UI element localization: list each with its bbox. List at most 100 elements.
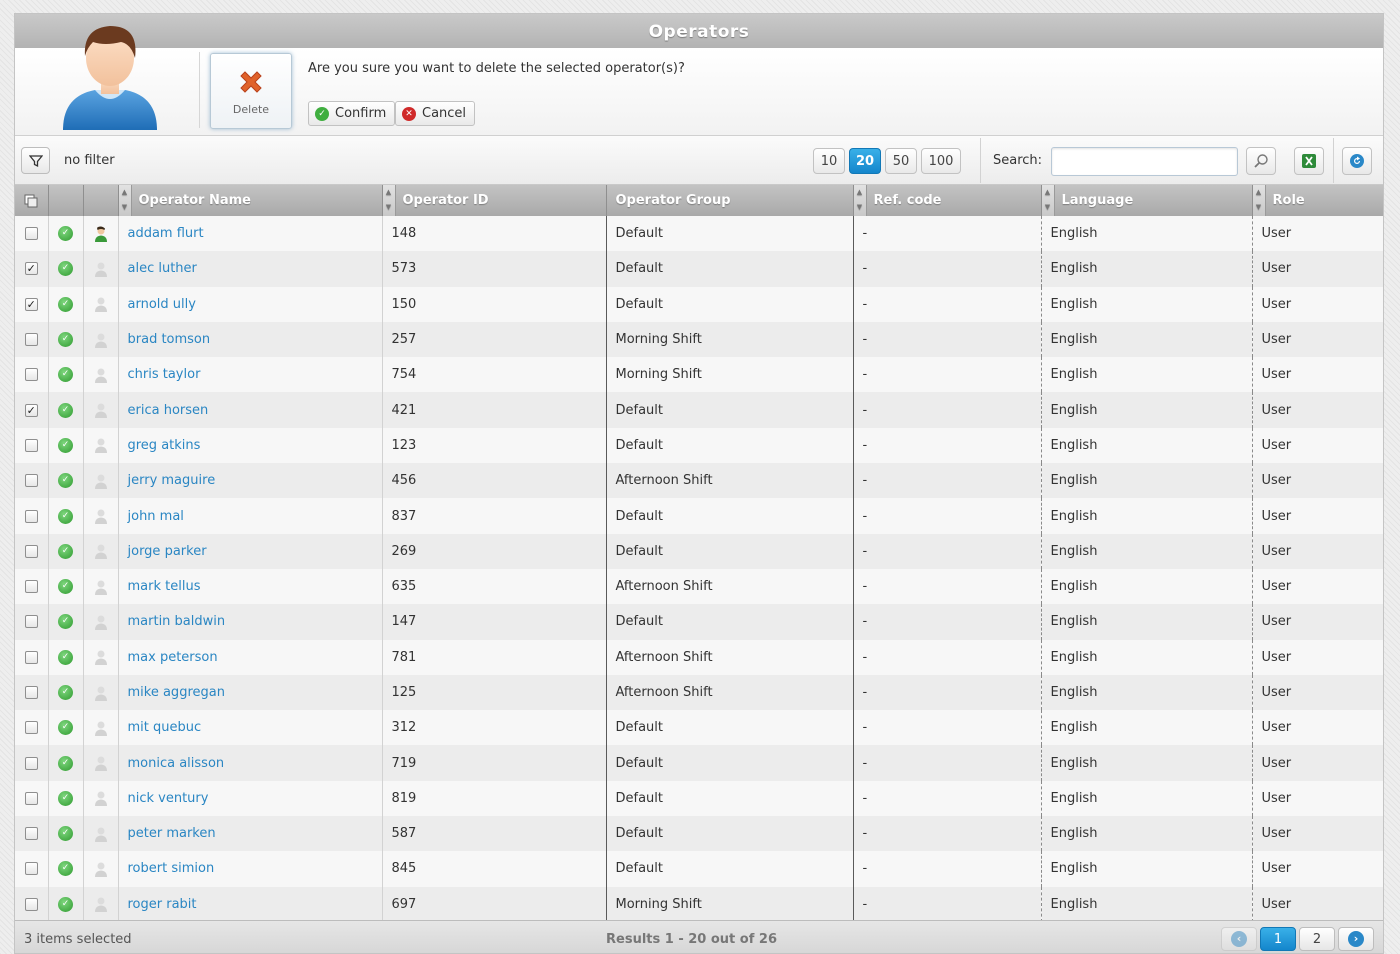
operator-name-link[interactable]: alec luther	[128, 261, 197, 276]
row-checkbox[interactable]	[24, 615, 38, 629]
operator-name-link[interactable]: max peterson	[128, 650, 218, 665]
sort-arrows-icon[interactable]: ▲ ▼	[382, 185, 396, 216]
sort-arrows-icon[interactable]: ▲ ▼	[853, 185, 867, 216]
table-row[interactable]: ✓ robert simion 845 Default - English User	[15, 851, 1383, 887]
role-cell: User	[1252, 886, 1383, 922]
table-row[interactable]: ✓ roger rabit 697 Morning Shift - English User	[15, 886, 1383, 922]
language-cell: English	[1041, 427, 1253, 464]
row-checkbox[interactable]	[24, 580, 38, 594]
operator-id-cell: 573	[382, 251, 607, 287]
operator-name-link[interactable]: nick ventury	[128, 791, 209, 806]
operator-name-link[interactable]: mike aggregan	[128, 685, 225, 700]
row-type-cell	[83, 286, 119, 322]
row-checkbox[interactable]	[24, 862, 38, 876]
confirm-button[interactable]: ✓ Confirm	[308, 101, 396, 126]
operator-name-link[interactable]: peter marken	[128, 826, 216, 841]
table-row[interactable]: ✓ mike aggregan 125 Afternoon Shift - English…	[15, 674, 1383, 711]
table-row[interactable]: ✓ peter marken 587 Default - English User	[15, 816, 1383, 852]
row-checkbox[interactable]	[24, 509, 38, 523]
operator-name-link[interactable]: roger rabit	[128, 897, 197, 912]
column-header-language[interactable]: ▲ ▼ Language	[1041, 185, 1253, 216]
row-checkbox[interactable]	[24, 791, 38, 805]
table-row[interactable]: ✓ mark tellus 635 Afternoon Shift - English Us…	[15, 568, 1383, 605]
operator-name-link[interactable]: addam flurt	[128, 226, 204, 241]
row-checkbox[interactable]	[24, 368, 38, 382]
row-checkbox[interactable]: ✓	[24, 403, 38, 417]
row-checkbox[interactable]: ✓	[24, 262, 38, 276]
operator-name-link[interactable]: jerry maguire	[128, 473, 216, 488]
row-checkbox[interactable]: ✓	[24, 297, 38, 311]
row-checkbox[interactable]	[24, 827, 38, 841]
column-header-group[interactable]: Operator Group	[606, 185, 854, 216]
page-size-100[interactable]: 100	[921, 148, 961, 174]
operator-id-cell: 257	[382, 321, 607, 358]
table-row[interactable]: ✓ ✓ arnold ully 150 Default - English User	[15, 286, 1383, 322]
table-row[interactable]: ✓ jorge parker 269 Default - English User	[15, 533, 1383, 569]
search-button[interactable]	[1246, 147, 1276, 175]
row-checkbox[interactable]	[24, 544, 38, 558]
operator-name-link[interactable]: jorge parker	[128, 544, 207, 559]
column-header-id[interactable]: ▲ ▼ Operator ID	[382, 185, 607, 216]
operator-name-link[interactable]: mit quebuc	[128, 720, 202, 735]
operator-id-cell: 837	[382, 498, 607, 534]
operator-name-link[interactable]: robert simion	[128, 861, 215, 876]
table-row[interactable]: ✓ john mal 837 Default - English User	[15, 498, 1383, 534]
table-row[interactable]: ✓ ✓ erica horsen 421 Default - English User	[15, 392, 1383, 428]
table-row[interactable]: ✓ greg atkins 123 Default - English User	[15, 427, 1383, 464]
table-row[interactable]: ✓ nick ventury 819 Default - English User	[15, 780, 1383, 817]
row-checkbox[interactable]	[24, 650, 38, 664]
language-cell: English	[1041, 498, 1253, 534]
delete-button[interactable]: Delete	[210, 53, 292, 129]
table-row[interactable]: ✓ max peterson 781 Afternoon Shift - English U…	[15, 639, 1383, 675]
table-row[interactable]: ✓ brad tomson 257 Morning Shift - English User	[15, 321, 1383, 358]
operator-name-link[interactable]: brad tomson	[128, 332, 211, 347]
cancel-button[interactable]: ✕ Cancel	[395, 101, 476, 126]
selected-count: 3 items selected	[24, 932, 132, 947]
table-row[interactable]: ✓ addam flurt 148 Default - English User	[15, 216, 1383, 252]
language-cell: English	[1041, 639, 1253, 675]
operator-name-link[interactable]: chris taylor	[128, 367, 201, 382]
table-row[interactable]: ✓ jerry maguire 456 Afternoon Shift - English…	[15, 463, 1383, 499]
row-checkbox[interactable]	[24, 756, 38, 770]
refresh-icon	[1350, 154, 1364, 168]
row-checkbox[interactable]	[24, 686, 38, 699]
row-checkbox[interactable]	[24, 721, 38, 735]
filter-button[interactable]	[21, 147, 50, 174]
row-checkbox[interactable]	[24, 438, 38, 452]
page-size-50[interactable]: 50	[885, 148, 917, 174]
prev-page-button[interactable]: ‹	[1221, 927, 1257, 951]
sort-arrows-icon[interactable]: ▲ ▼	[1252, 185, 1266, 216]
role-cell: User	[1252, 568, 1383, 605]
role-cell: User	[1252, 357, 1383, 393]
page-2-button[interactable]: 2	[1299, 927, 1335, 951]
column-header-ref[interactable]: ▲ ▼ Ref. code	[853, 185, 1042, 216]
next-page-button[interactable]: ›	[1338, 927, 1374, 951]
table-row[interactable]: ✓ mit quebuc 312 Default - English User	[15, 710, 1383, 746]
select-all-header[interactable]	[15, 185, 49, 216]
table-row[interactable]: ✓ martin baldwin 147 Default - English User	[15, 604, 1383, 640]
page-1-button[interactable]: 1	[1260, 927, 1296, 951]
operator-name-link[interactable]: john mal	[128, 509, 184, 524]
operator-name-link[interactable]: greg atkins	[128, 438, 201, 453]
sort-arrows-icon[interactable]: ▲ ▼	[1041, 185, 1055, 216]
refresh-button[interactable]	[1342, 147, 1372, 175]
export-excel-button[interactable]	[1294, 147, 1324, 175]
operator-name-link[interactable]: erica horsen	[128, 403, 209, 418]
column-header-name[interactable]: ▲ ▼ Operator Name	[118, 185, 383, 216]
operator-name-link[interactable]: arnold ully	[128, 297, 196, 312]
row-checkbox[interactable]	[24, 333, 38, 347]
row-checkbox[interactable]	[24, 474, 38, 488]
operator-name-link[interactable]: mark tellus	[128, 579, 201, 594]
page-size-10[interactable]: 10	[813, 148, 845, 174]
row-checkbox[interactable]	[24, 897, 38, 911]
column-header-role[interactable]: ▲ ▼ Role	[1252, 185, 1383, 216]
page-size-20[interactable]: 20	[849, 148, 881, 174]
search-input[interactable]	[1051, 147, 1238, 176]
row-checkbox[interactable]	[24, 227, 38, 241]
operator-name-link[interactable]: martin baldwin	[128, 614, 226, 629]
table-row[interactable]: ✓ monica alisson 719 Default - English User	[15, 745, 1383, 781]
sort-arrows-icon[interactable]: ▲ ▼	[118, 185, 132, 216]
operator-name-link[interactable]: monica alisson	[128, 756, 225, 771]
table-row[interactable]: ✓ ✓ alec luther 573 Default - English User	[15, 251, 1383, 287]
table-row[interactable]: ✓ chris taylor 754 Morning Shift - English Use…	[15, 357, 1383, 393]
